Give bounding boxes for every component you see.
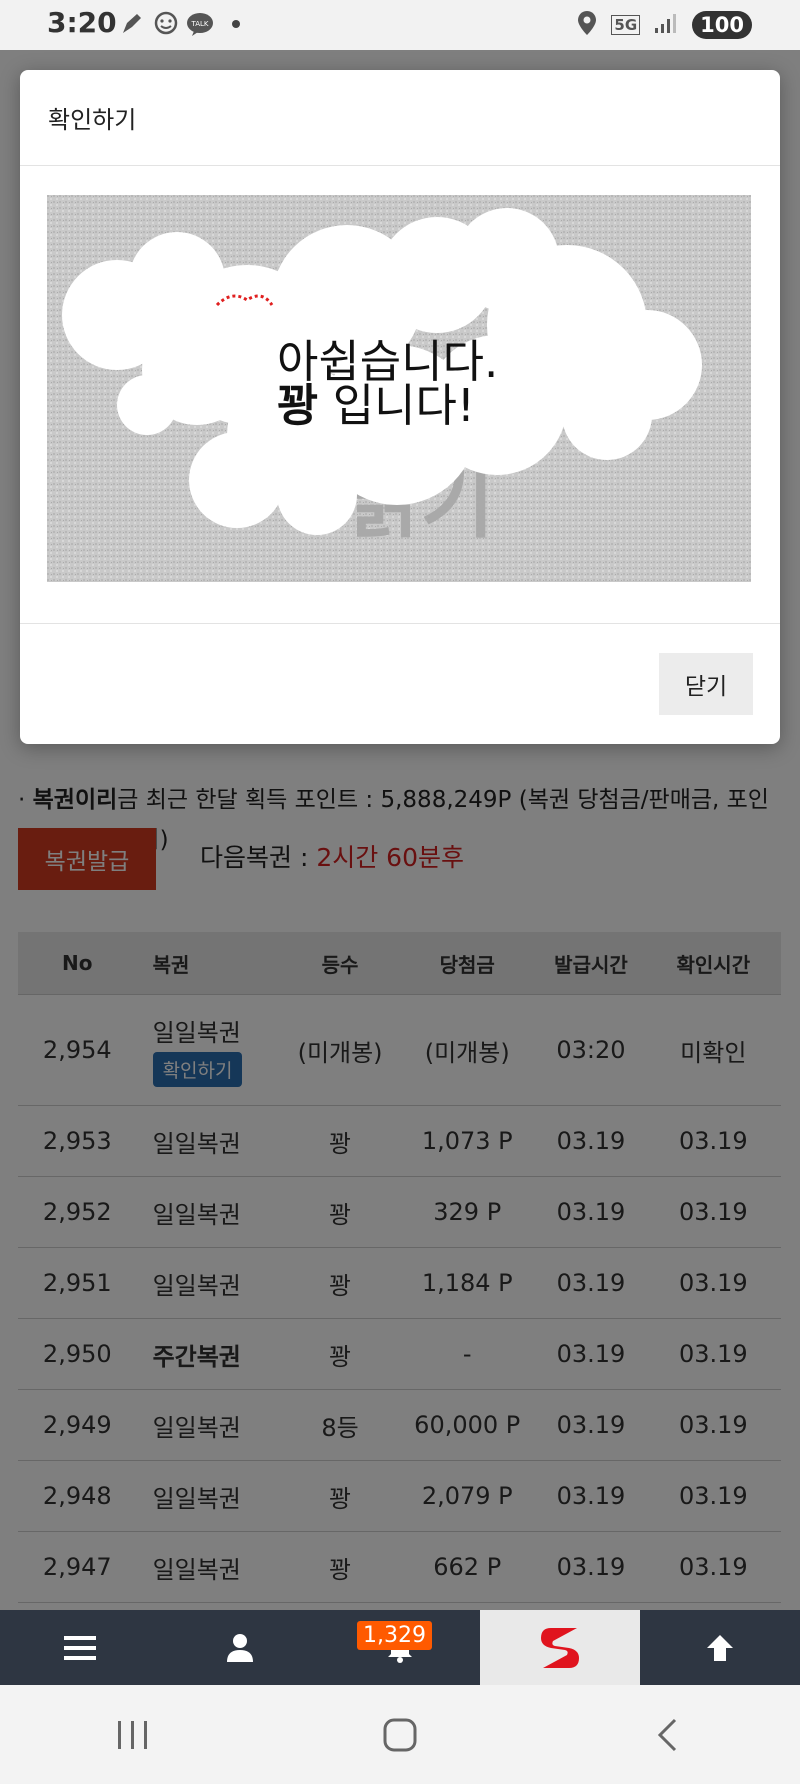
scroll-top-button[interactable]	[640, 1610, 800, 1685]
modal-title: 확인하기	[48, 106, 137, 134]
pen-icon	[118, 10, 146, 38]
android-navigation-bar	[0, 1685, 800, 1784]
network-label: 5G	[611, 15, 641, 35]
menu-button[interactable]	[0, 1610, 160, 1685]
location-icon	[577, 10, 597, 40]
status-right-icons: 5G 100	[577, 10, 752, 40]
scratch-line2: 꽝 입니다!	[277, 383, 577, 428]
recent-apps-button[interactable]	[103, 1705, 163, 1765]
s-logo-button[interactable]	[480, 1610, 640, 1685]
confirm-modal: 확인하기 긁기 아쉽습니다. 꽝 입니다! 닫기	[20, 70, 780, 744]
notification-dot-icon	[232, 20, 240, 28]
home-icon	[383, 1718, 417, 1751]
scratch-line2-rest: 입니다!	[318, 379, 475, 432]
battery-indicator: 100	[692, 11, 752, 39]
menu-icon	[64, 1635, 96, 1660]
home-button[interactable]	[370, 1705, 430, 1765]
recent-apps-icon	[118, 1720, 148, 1749]
modal-divider	[20, 623, 780, 624]
scratch-card[interactable]: 긁기 아쉽습니다. 꽝 입니다!	[47, 195, 751, 582]
scratch-line2-bold: 꽝	[277, 379, 319, 432]
talk-label: TALK	[190, 20, 208, 28]
user-icon	[227, 1633, 253, 1662]
back-button[interactable]	[637, 1705, 697, 1765]
notification-count-badge: 1,329	[357, 1621, 432, 1650]
kakaotalk-icon: TALK	[186, 10, 214, 38]
back-icon	[657, 1718, 676, 1751]
status-time: 3:20	[47, 6, 117, 39]
status-bar: 3:20 TALK 5G 100	[0, 0, 800, 50]
arrow-up-icon	[707, 1634, 733, 1661]
status-left-icons: TALK	[118, 10, 240, 38]
close-button[interactable]: 닫기	[659, 653, 753, 715]
face-badge-icon	[152, 10, 180, 38]
modal-divider	[20, 165, 780, 166]
scratch-line1: 아쉽습니다.	[277, 335, 499, 388]
user-button[interactable]	[160, 1610, 320, 1685]
signal-icon	[654, 12, 678, 38]
scratch-result: 아쉽습니다. 꽝 입니다!	[277, 335, 577, 428]
s-logo-icon	[541, 1627, 579, 1668]
